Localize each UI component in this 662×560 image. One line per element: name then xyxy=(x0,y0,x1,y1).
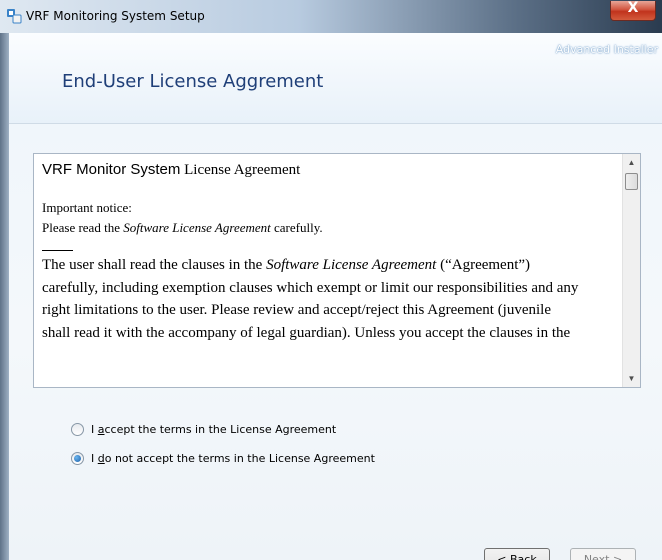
header-divider xyxy=(9,123,662,124)
window-title: VRF Monitoring System Setup xyxy=(26,9,205,23)
scrollbar-thumb[interactable] xyxy=(625,173,638,190)
close-button[interactable]: X xyxy=(610,0,656,21)
page-header: Advanced Installer End-User License Aggr… xyxy=(9,33,662,123)
page-title: End-User License Aggrement xyxy=(62,71,324,92)
scroll-down-arrow-icon[interactable]: ▼ xyxy=(623,370,640,387)
accept-radio[interactable] xyxy=(71,422,84,436)
license-text: VRF Monitor System License Agreement Imp… xyxy=(42,160,617,344)
decline-option[interactable]: I do not accept the terms in the License… xyxy=(71,450,375,466)
brand-watermark: Advanced Installer xyxy=(555,43,658,56)
setup-window: VRF Monitoring System Setup X Advanced I… xyxy=(0,0,662,560)
accept-option[interactable]: I accept the terms in the License Agreem… xyxy=(71,421,336,437)
license-read-instruction: Please read the Software License Agreeme… xyxy=(42,220,323,235)
license-paragraph-line: shall read it with the accompany of lega… xyxy=(42,324,571,341)
license-scrollbar[interactable]: ▲ ▼ xyxy=(622,154,640,387)
window-frame-left xyxy=(0,33,9,560)
license-paragraph-line: carefully, including exemption clauses w… xyxy=(42,279,579,296)
scroll-up-arrow-icon[interactable]: ▲ xyxy=(623,154,640,171)
next-button[interactable]: Next > xyxy=(570,548,636,560)
license-text-box[interactable]: VRF Monitor System License Agreement Imp… xyxy=(33,153,641,388)
license-important-notice: Important notice: xyxy=(42,200,132,215)
close-icon: X xyxy=(627,0,639,16)
license-paragraph-line: The user shall read the clauses in the S… xyxy=(42,257,531,273)
license-paragraph-line: right limitations to the user. Please re… xyxy=(42,302,552,318)
decline-label[interactable]: I do not accept the terms in the License… xyxy=(91,452,375,465)
accept-label[interactable]: I accept the terms in the License Agreem… xyxy=(91,423,336,436)
installer-app-icon xyxy=(7,9,22,24)
license-title: VRF Monitor System License Agreement xyxy=(42,161,301,178)
title-bar[interactable]: VRF Monitoring System Setup X xyxy=(0,0,662,33)
back-button[interactable]: < Back xyxy=(484,548,550,560)
license-separator-rule xyxy=(42,250,73,251)
decline-radio[interactable] xyxy=(71,451,84,465)
